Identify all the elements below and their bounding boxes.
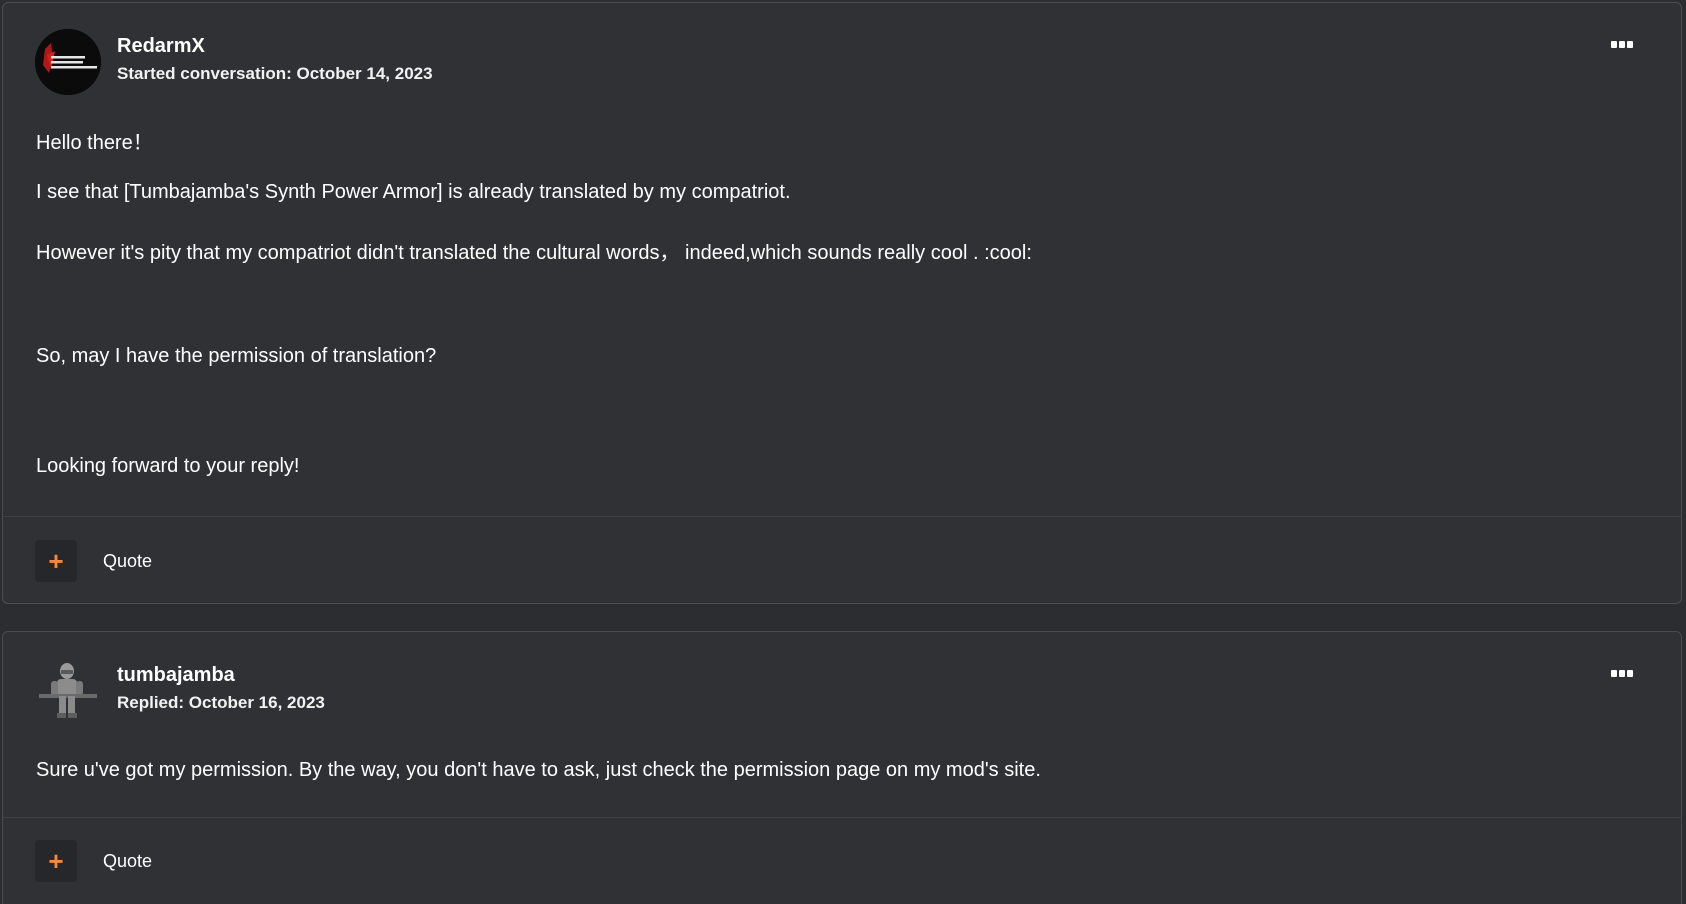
divider bbox=[3, 516, 1681, 517]
paragraph: Hello there！ bbox=[36, 132, 153, 154]
ellipsis-icon[interactable] bbox=[1611, 41, 1633, 48]
ellipsis-icon[interactable] bbox=[1611, 670, 1633, 677]
post-meta: Replied: October 16, 2023 bbox=[117, 693, 325, 712]
paragraph: So, may I have the permission of transla… bbox=[36, 345, 437, 367]
reaction-button[interactable]: + bbox=[35, 540, 77, 582]
author-name[interactable]: tumbajamba bbox=[117, 664, 235, 687]
post-meta: Started conversation: October 14, 2023 bbox=[117, 64, 433, 83]
reaction-button[interactable]: + bbox=[35, 840, 77, 882]
plus-icon: + bbox=[48, 846, 64, 876]
paragraph: Sure u've got my permission. By the way,… bbox=[36, 759, 1041, 781]
quote-button[interactable]: Quote bbox=[103, 551, 152, 572]
reply-post: tumbajamba Replied: October 16, 2023 Sur… bbox=[2, 631, 1682, 904]
plus-icon: + bbox=[48, 546, 64, 576]
avatar[interactable] bbox=[35, 29, 101, 95]
paragraph: However it's pity that my compatriot did… bbox=[36, 242, 1032, 264]
author-name[interactable]: RedarmX bbox=[117, 35, 205, 58]
avatar[interactable] bbox=[35, 658, 101, 724]
avatar-logo-image bbox=[35, 29, 101, 95]
divider bbox=[3, 817, 1681, 818]
avatar-soldier-image bbox=[35, 658, 101, 724]
quote-button[interactable]: Quote bbox=[103, 851, 152, 872]
paragraph: Looking forward to your reply! bbox=[36, 455, 300, 477]
paragraph: I see that [Tumbajamba's Synth Power Arm… bbox=[36, 181, 791, 203]
conversation-post: RedarmX Started conversation: October 14… bbox=[2, 2, 1682, 604]
